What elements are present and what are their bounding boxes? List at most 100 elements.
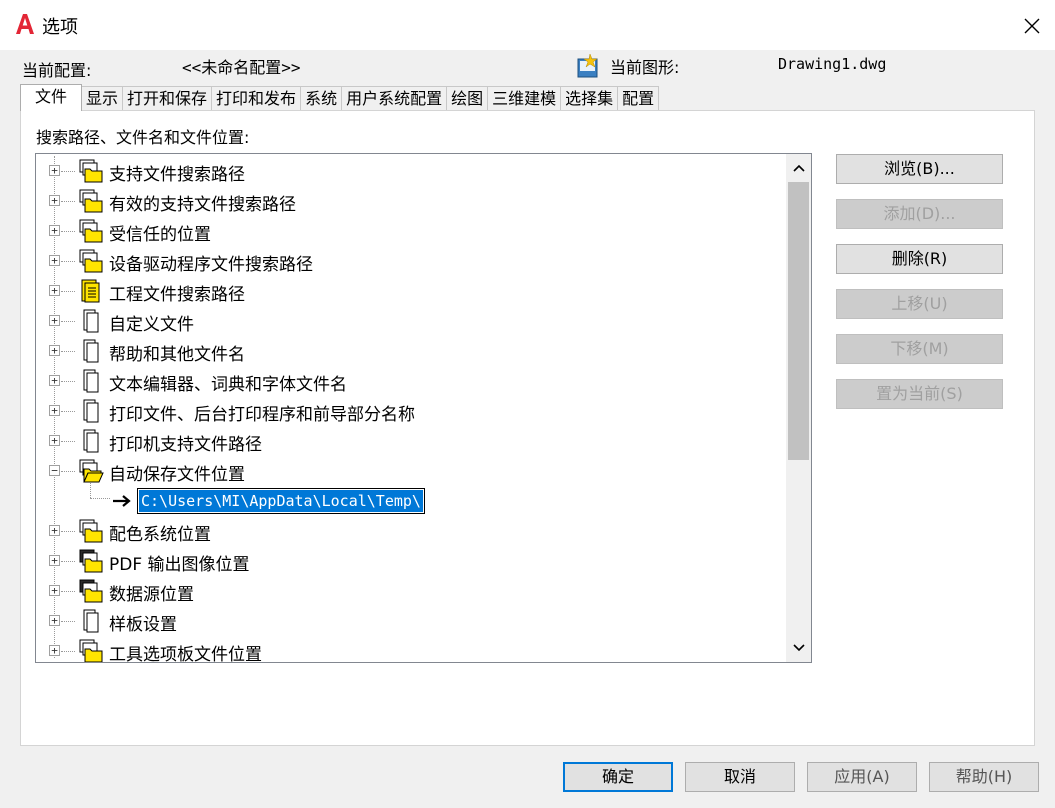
tab-5[interactable]: 用户系统配置 — [341, 86, 448, 111]
autocad-logo-icon — [16, 14, 34, 34]
tab-0[interactable]: 文件 — [20, 84, 83, 111]
tree-connector — [61, 471, 75, 472]
tree-item[interactable]: + 有效的支持文件搜索路径 — [36, 186, 786, 216]
tree-item-label: 设备驱动程序文件搜索路径 — [109, 255, 313, 275]
tab-3[interactable]: 打印和发布 — [211, 86, 302, 111]
expand-toggle[interactable]: + — [49, 255, 60, 266]
tree-item-label: 打印文件、后台打印程序和前导部分名称 — [109, 405, 415, 425]
open-folder-icon — [78, 459, 104, 483]
tree-vertical-scrollbar[interactable] — [786, 154, 811, 662]
scroll-up-button[interactable] — [786, 154, 811, 182]
expand-toggle[interactable]: + — [49, 525, 60, 536]
tree-item-label: 工程文件搜索路径 — [109, 285, 245, 305]
project-file-icon — [78, 279, 104, 303]
tree-item[interactable]: + 自定义文件 — [36, 306, 786, 336]
tree-item[interactable]: + 配色系统位置 — [36, 516, 786, 546]
tree-item[interactable]: + 数据源位置 — [36, 576, 786, 606]
folder-stack-icon — [78, 249, 104, 273]
tree-item[interactable]: + 打印文件、后台打印程序和前导部分名称 — [36, 396, 786, 426]
close-icon — [1024, 18, 1040, 34]
tree-item-label: 打印机支持文件路径 — [109, 435, 262, 455]
set-current-button[interactable]: 置为当前(S) — [836, 379, 1003, 409]
tab-8[interactable]: 选择集 — [560, 86, 619, 111]
tree-item-label: 配色系统位置 — [109, 525, 211, 545]
tree-connector — [61, 201, 75, 202]
expand-toggle[interactable]: + — [49, 615, 60, 626]
close-button[interactable] — [1018, 12, 1046, 40]
move-down-button[interactable]: 下移(M) — [836, 334, 1003, 364]
expand-toggle[interactable]: + — [49, 555, 60, 566]
autosave-path-input[interactable]: C:\Users\MI\AppData\Local\Temp\ — [137, 488, 425, 514]
expand-toggle[interactable]: + — [49, 435, 60, 446]
expand-toggle[interactable]: + — [49, 585, 60, 596]
tree-item[interactable]: + PDF 输出图像位置 — [36, 546, 786, 576]
document-icon — [78, 429, 104, 453]
expand-toggle[interactable]: + — [49, 405, 60, 416]
tab-2[interactable]: 打开和保存 — [122, 86, 213, 111]
cancel-button[interactable]: 取消 — [685, 762, 795, 792]
drawing-icon — [577, 53, 598, 78]
tree-connector — [61, 231, 75, 232]
tree-item[interactable]: + 受信任的位置 — [36, 216, 786, 246]
ok-button[interactable]: 确定 — [563, 762, 673, 792]
folder-stack-icon — [78, 189, 104, 213]
tree-item-label: PDF 输出图像位置 — [109, 555, 250, 575]
help-button[interactable]: 帮助(H) — [929, 762, 1039, 792]
browse-button[interactable]: 浏览(B)... — [836, 154, 1003, 184]
tree-item[interactable]: + 工具选项板文件位置 — [36, 636, 786, 663]
tab-1[interactable]: 显示 — [81, 86, 124, 111]
expand-toggle[interactable]: + — [49, 195, 60, 206]
document-icon — [78, 399, 104, 423]
tree-item[interactable]: + 帮助和其他文件名 — [36, 336, 786, 366]
tab-7[interactable]: 三维建模 — [487, 86, 562, 111]
search-path-tree[interactable]: + 支持文件搜索路径 + 有效的支持文件搜索路径 + 受信任的位置 + 设备驱动程序文件搜索路… — [35, 153, 812, 663]
tree-item[interactable]: + 文本编辑器、词典和字体文件名 — [36, 366, 786, 396]
scroll-down-button[interactable] — [786, 634, 811, 662]
expand-toggle[interactable]: + — [49, 225, 60, 236]
tree-item-label: 帮助和其他文件名 — [109, 345, 245, 365]
folder-stack-icon — [78, 639, 104, 662]
tree-item-label: 自动保存文件位置 — [109, 465, 245, 485]
expand-toggle[interactable]: + — [49, 645, 60, 656]
tree-connector — [61, 591, 75, 592]
tree-item-label: 文本编辑器、词典和字体文件名 — [109, 375, 347, 395]
tree-connector — [61, 321, 75, 322]
tree-item[interactable]: + 支持文件搜索路径 — [36, 156, 786, 186]
folder-stack-dark-icon — [78, 549, 104, 573]
tree-item[interactable]: + 工程文件搜索路径 — [36, 276, 786, 306]
arrow-right-icon — [112, 493, 134, 509]
tree-item[interactable]: + 样板设置 — [36, 606, 786, 636]
tab-9[interactable]: 配置 — [617, 86, 660, 111]
current-profile-label: 当前配置: — [22, 61, 92, 80]
current-drawing-label: 当前图形: — [610, 58, 680, 77]
tree-connector — [61, 351, 75, 352]
expand-toggle[interactable]: + — [49, 345, 60, 356]
folder-stack-dark-icon — [78, 579, 104, 603]
expand-toggle[interactable]: + — [49, 285, 60, 296]
tree-item[interactable]: + 设备驱动程序文件搜索路径 — [36, 246, 786, 276]
tree-item[interactable]: + 打印机支持文件路径 — [36, 426, 786, 456]
tab-6[interactable]: 绘图 — [446, 86, 489, 111]
tree-child-item[interactable]: C:\Users\MI\AppData\Local\Temp\ — [36, 486, 786, 516]
expand-toggle[interactable]: + — [49, 315, 60, 326]
document-icon — [78, 309, 104, 333]
document-icon — [78, 609, 104, 633]
apply-button[interactable]: 应用(A) — [807, 762, 917, 792]
tree-connector — [61, 291, 75, 292]
tree-connector — [61, 621, 75, 622]
tab-4[interactable]: 系统 — [300, 86, 343, 111]
tree-item-label: 工具选项板文件位置 — [109, 645, 262, 663]
collapse-toggle[interactable]: − — [49, 465, 60, 476]
expand-toggle[interactable]: + — [49, 165, 60, 176]
add-button[interactable]: 添加(D)... — [836, 199, 1003, 229]
scroll-thumb[interactable] — [788, 182, 809, 460]
folder-stack-icon — [78, 219, 104, 243]
current-profile-value: <<未命名配置>> — [182, 58, 301, 77]
tree-item-label: 样板设置 — [109, 615, 177, 635]
tree-connector — [61, 651, 75, 652]
chevron-down-icon — [792, 644, 805, 652]
expand-toggle[interactable]: + — [49, 375, 60, 386]
move-up-button[interactable]: 上移(U) — [836, 289, 1003, 319]
remove-button[interactable]: 删除(R) — [836, 244, 1003, 274]
tree-item[interactable]: − 自动保存文件位置 — [36, 456, 786, 486]
